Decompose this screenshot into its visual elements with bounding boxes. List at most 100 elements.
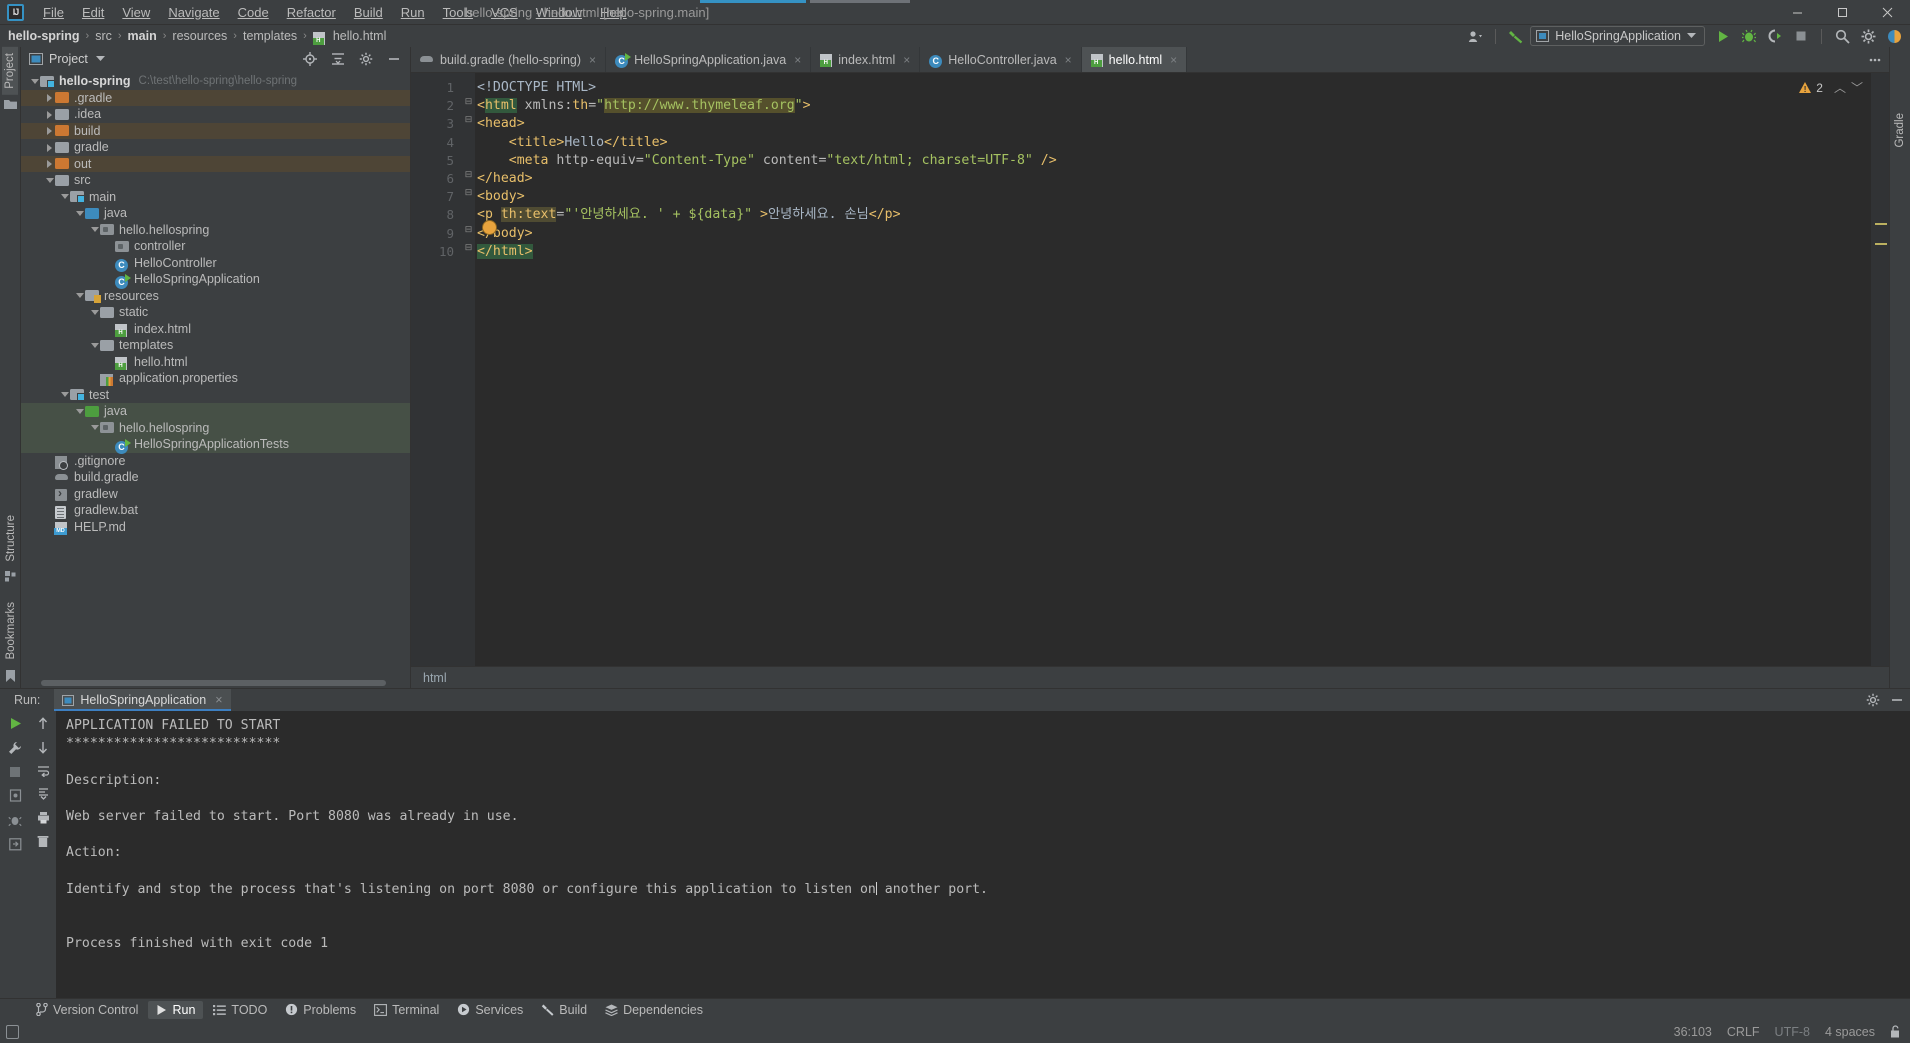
intention-bulb-icon[interactable] <box>483 221 496 234</box>
tree-expand-arrow[interactable] <box>44 125 55 136</box>
clear-all-icon[interactable] <box>37 835 49 848</box>
collapse-all-icon[interactable] <box>326 48 350 70</box>
debug-attach-icon[interactable] <box>8 813 22 827</box>
editor-tab-hello-html[interactable]: hello.html × <box>1081 47 1188 72</box>
run-with-coverage-icon[interactable] <box>1763 25 1787 47</box>
tree-node-src[interactable]: src <box>21 172 410 189</box>
close-icon[interactable]: × <box>1170 53 1177 67</box>
tree-expand-arrow[interactable] <box>29 76 40 87</box>
stop-icon[interactable] <box>9 766 21 778</box>
tree-expand-arrow[interactable] <box>44 109 55 120</box>
scroll-down-icon[interactable] <box>37 741 49 754</box>
unlocked-icon[interactable] <box>1890 1025 1902 1038</box>
tree-node-static[interactable]: static <box>21 304 410 321</box>
stripe-warning-mark[interactable] <box>1875 243 1887 245</box>
breadcrumb-templates[interactable]: templates <box>243 29 297 43</box>
panel-settings-icon[interactable] <box>354 48 378 70</box>
tree-expand-arrow[interactable] <box>104 257 115 268</box>
close-icon[interactable]: × <box>589 53 596 67</box>
inspection-widget[interactable]: 2 ︿ ﹀ <box>1799 79 1863 96</box>
fold-marker[interactable]: ⊟ <box>464 115 473 124</box>
console-output[interactable]: APPLICATION FAILED TO START *************… <box>56 711 1910 998</box>
stop-button[interactable] <box>1789 25 1813 47</box>
menu-code[interactable]: Code <box>229 2 278 23</box>
file-encoding[interactable]: UTF-8 <box>1775 1025 1810 1039</box>
prev-problem-icon[interactable]: ︿ <box>1834 79 1846 96</box>
tool-run[interactable]: Run <box>148 1000 204 1019</box>
fold-marker[interactable]: ⊟ <box>464 188 473 197</box>
stripe-warning-mark[interactable] <box>1875 223 1887 225</box>
hammer-icon[interactable] <box>1504 25 1528 47</box>
tree-expand-arrow[interactable] <box>104 241 115 252</box>
close-icon[interactable]: × <box>794 53 801 67</box>
breadcrumb-main[interactable]: main <box>128 29 157 43</box>
hide-panel-icon[interactable] <box>382 48 406 70</box>
tool-build[interactable]: Build <box>533 1001 595 1019</box>
tree-node-controller[interactable]: controller <box>21 238 410 255</box>
tree-expand-arrow[interactable] <box>74 290 85 301</box>
close-icon[interactable]: × <box>903 53 910 67</box>
tree-node-hello-spring[interactable]: hello-spring C:\test\hello-spring\hello-s… <box>21 73 410 90</box>
tree-expand-arrow[interactable] <box>44 472 55 483</box>
tree-node-java[interactable]: java <box>21 403 410 420</box>
editor-tab-build-gradle-hello-spring-[interactable]: build.gradle (hello-spring) × <box>411 47 607 72</box>
search-icon[interactable] <box>1830 25 1854 47</box>
tree-node-gradlew[interactable]: gradlew <box>21 486 410 503</box>
tree-expand-arrow[interactable] <box>74 208 85 219</box>
tree-node-build-gradle[interactable]: build.gradle <box>21 469 410 486</box>
scroll-up-icon[interactable] <box>37 717 49 730</box>
tree-expand-arrow[interactable] <box>104 274 115 285</box>
export-icon[interactable] <box>8 838 22 851</box>
tool-todo[interactable]: TODO <box>205 1001 275 1019</box>
tool-version-control[interactable]: Version Control <box>28 1001 146 1019</box>
tool-services[interactable]: Services <box>449 1001 531 1019</box>
menu-build[interactable]: Build <box>345 2 392 23</box>
tree-node-hello-hellospring[interactable]: hello.hellospring <box>21 222 410 239</box>
tree-expand-arrow[interactable] <box>104 323 115 334</box>
indent-setting[interactable]: 4 spaces <box>1825 1025 1875 1039</box>
menu-navigate[interactable]: Navigate <box>159 2 228 23</box>
project-tree[interactable]: hello-spring C:\test\hello-spring\hello-s… <box>21 71 410 678</box>
tree-expand-arrow[interactable] <box>74 406 85 417</box>
menu-edit[interactable]: Edit <box>73 2 113 23</box>
dump-threads-icon[interactable] <box>9 789 22 802</box>
run-tab-hellospringapplication[interactable]: HelloSpringApplication × <box>54 689 231 711</box>
tree-expand-arrow[interactable] <box>44 92 55 103</box>
close-icon[interactable]: × <box>215 693 222 707</box>
tree-node-build[interactable]: build <box>21 122 410 139</box>
print-icon[interactable] <box>37 811 50 824</box>
sidebar-item-gradle[interactable]: Gradle <box>1892 107 1908 154</box>
breadcrumb-hello-spring[interactable]: hello-spring <box>8 29 80 43</box>
tree-node-gradlew-bat[interactable]: gradlew.bat <box>21 502 410 519</box>
editor-error-stripe[interactable] <box>1871 73 1889 666</box>
menu-view[interactable]: View <box>113 2 159 23</box>
run-button[interactable] <box>1711 25 1735 47</box>
tree-node-application-properties[interactable]: application.properties <box>21 370 410 387</box>
tree-expand-arrow[interactable] <box>89 373 100 384</box>
editor-tab-index-html[interactable]: index.html × <box>811 47 921 72</box>
tree-expand-arrow[interactable] <box>44 142 55 153</box>
chevron-down-icon[interactable] <box>95 56 105 62</box>
editor-tab-hellocontroller-java[interactable]: C HelloController.java × <box>920 47 1082 72</box>
tree-node-gradle[interactable]: gradle <box>21 139 410 156</box>
breadcrumb-hello-html[interactable]: hello.html <box>312 29 386 45</box>
tree-node--gradle[interactable]: .gradle <box>21 89 410 106</box>
tree-node-hello-html[interactable]: hello.html <box>21 354 410 371</box>
tree-node-help-md[interactable]: HELP.md <box>21 519 410 536</box>
sidebar-item-structure[interactable]: Structure <box>3 509 19 568</box>
tree-expand-arrow[interactable] <box>59 389 70 400</box>
gear-icon[interactable] <box>1856 25 1880 47</box>
tree-expand-arrow[interactable] <box>104 356 115 367</box>
fold-marker[interactable]: ⊟ <box>464 225 473 234</box>
tree-node--gitignore[interactable]: .gitignore <box>21 453 410 471</box>
scroll-from-source-icon[interactable] <box>298 48 322 70</box>
tree-expand-arrow[interactable] <box>44 488 55 499</box>
tree-expand-arrow[interactable] <box>44 158 55 169</box>
sidebar-item-bookmarks[interactable]: Bookmarks <box>3 596 19 666</box>
memory-indicator-icon[interactable] <box>6 1024 19 1039</box>
project-horizontal-scrollbar[interactable] <box>21 678 410 688</box>
fold-marker[interactable]: ⊟ <box>464 97 473 106</box>
tree-node-templates[interactable]: templates <box>21 337 410 354</box>
breadcrumb-src[interactable]: src <box>95 29 112 43</box>
tool-problems[interactable]: Problems <box>277 1001 364 1019</box>
